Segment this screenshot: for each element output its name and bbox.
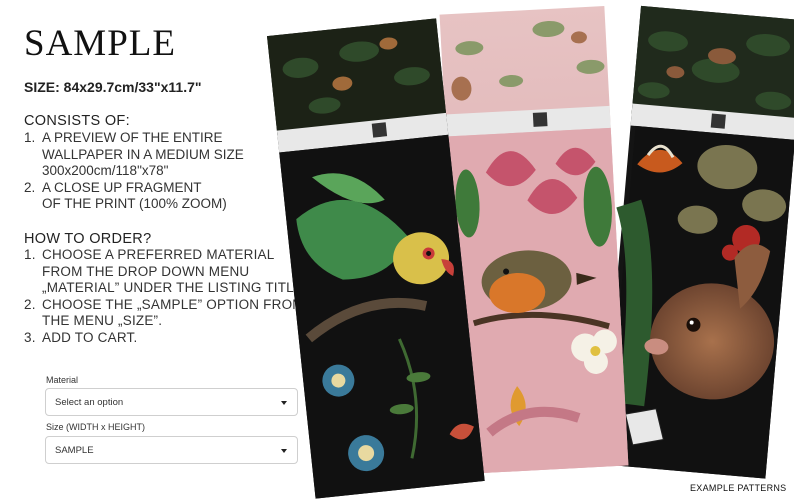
panel-hare <box>600 5 794 479</box>
example-patterns-caption: EXAMPLE PATTERNS <box>690 483 787 493</box>
example-pattern-panels <box>267 5 794 499</box>
